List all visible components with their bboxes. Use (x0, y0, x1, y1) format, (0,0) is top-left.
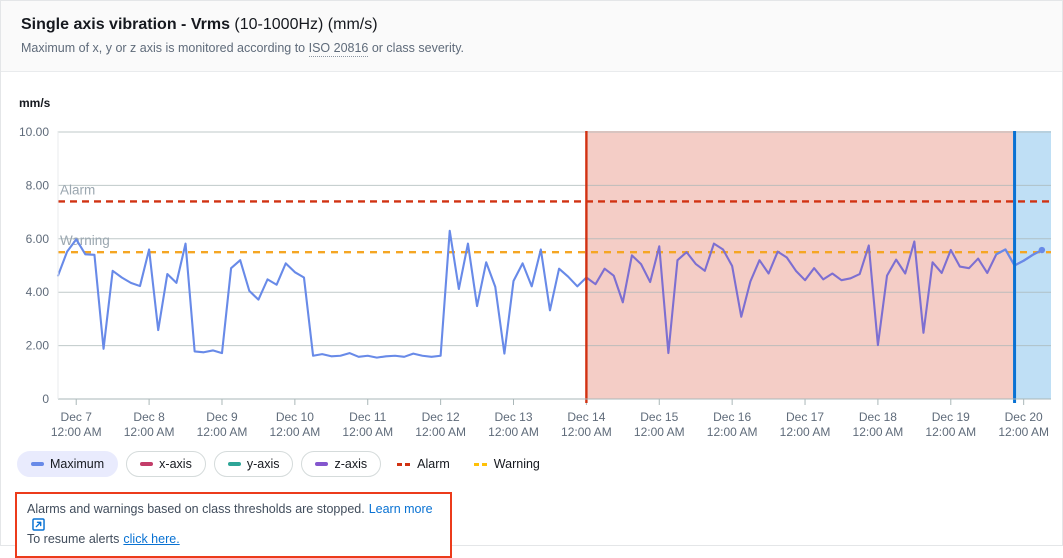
threshold-label-warning: Warning (60, 233, 110, 248)
click-here-link[interactable]: click here. (123, 531, 179, 548)
x-tick-label-time: 12:00 AM (707, 425, 758, 439)
legend-label: Alarm (417, 457, 450, 471)
x-tick-label-day: Dec 10 (276, 410, 314, 424)
x-tick-label-time: 12:00 AM (124, 425, 175, 439)
x-tick-label-day: Dec 18 (859, 410, 897, 424)
x-tick-label-day: Dec 12 (422, 410, 460, 424)
legend-label: Warning (493, 457, 540, 471)
x-tick-label-time: 12:00 AM (780, 425, 831, 439)
external-link-icon[interactable] (32, 518, 45, 531)
x-tick-label-time: 12:00 AM (270, 425, 321, 439)
chart-subtitle: Maximum of x, y or z axis is monitored a… (21, 40, 1042, 57)
legend-label: z-axis (334, 457, 368, 471)
x-tick-label-day: Dec 7 (61, 410, 93, 424)
y-tick-label: 0 (42, 392, 49, 406)
x-tick-label-day: Dec 11 (349, 410, 386, 424)
chart-title-strong: Single axis vibration - Vrms (21, 16, 230, 33)
x-tick-label-day: Dec 15 (640, 410, 678, 424)
x-tick-label-time: 12:00 AM (998, 425, 1049, 439)
x-tick-label-time: 12:00 AM (561, 425, 612, 439)
x-tick-label-time: 12:00 AM (342, 425, 393, 439)
x-tick-label-day: Dec 14 (567, 410, 605, 424)
alert-message: Alarms and warnings based on class thres… (27, 502, 365, 516)
legend-item-y-axis[interactable]: y-axis (213, 451, 294, 477)
legend-item-alarm[interactable]: Alarm (389, 451, 458, 477)
legend-swatch-warning-icon (473, 462, 489, 466)
series-line-maximum-primary[interactable] (56, 229, 588, 359)
learn-more-link[interactable]: Learn more (369, 501, 433, 518)
x-tick-label-time: 12:00 AM (634, 425, 685, 439)
chart-svg[interactable]: 02.004.006.008.0010.00Dec 712:00 AMDec 8… (1, 72, 1063, 442)
subtitle-suffix: or class severity. (368, 41, 464, 55)
x-tick-label-day: Dec 20 (1005, 410, 1043, 424)
x-tick-label-time: 12:00 AM (853, 425, 904, 439)
alerts-stopped-banner: Alarms and warnings based on class thres… (15, 492, 452, 558)
legend-swatch-x-axis-icon (140, 462, 154, 466)
x-tick-label-time: 12:00 AM (488, 425, 539, 439)
legend-label: x-axis (159, 457, 192, 471)
y-tick-label: 2.00 (26, 339, 50, 353)
x-tick-label-day: Dec 9 (206, 410, 238, 424)
legend-swatch-alarm-icon (397, 462, 413, 466)
chart-title-rest: (10-1000Hz) (mm/s) (229, 16, 378, 33)
iso-standard-term[interactable]: ISO 20816 (308, 41, 369, 57)
x-tick-label-day: Dec 16 (713, 410, 751, 424)
x-tick-label-time: 12:00 AM (51, 425, 102, 439)
y-tick-label: 4.00 (26, 285, 50, 299)
legend-swatch-z-axis-icon (315, 462, 329, 466)
subtitle-prefix: Maximum of x, y or z axis is monitored a… (21, 41, 309, 55)
x-tick-label-day: Dec 17 (786, 410, 824, 424)
legend-item-z-axis[interactable]: z-axis (301, 451, 382, 477)
future-region (1014, 131, 1051, 399)
x-tick-label-day: Dec 8 (133, 410, 165, 424)
x-tick-label-day: Dec 13 (494, 410, 532, 424)
y-tick-label: 8.00 (26, 178, 50, 192)
alarms-stopped-region (586, 131, 1015, 399)
legend-item-warning[interactable]: Warning (466, 451, 548, 477)
x-tick-label-time: 12:00 AM (197, 425, 248, 439)
legend-swatch-maximum-icon (31, 462, 44, 466)
series-endpoint-dot[interactable] (1038, 246, 1046, 254)
alert-line-1: Alarms and warnings based on class thres… (27, 501, 440, 531)
threshold-label-alarm: Alarm (60, 182, 95, 197)
alert-line-2: To resume alerts click here. (27, 531, 440, 548)
legend-label: y-axis (246, 457, 280, 471)
chart-plot-area: mm/s 0 2.00 4.00 6.00 8.00 10.00 Dec 7 12:00 AM… (1, 72, 1063, 442)
x-tick-label-time: 12:00 AM (925, 425, 976, 439)
legend-item-maximum[interactable]: Maximum (17, 451, 119, 477)
legend-swatch-y-axis-icon (227, 462, 241, 466)
x-tick-label-time: 12:00 AM (415, 425, 466, 439)
x-tick-label-day: Dec 19 (932, 410, 970, 424)
y-tick-label: 6.00 (26, 232, 50, 246)
widget-header: Single axis vibration - Vrms (10-1000Hz)… (1, 1, 1062, 72)
chart-legend: Maximum x-axis y-axis z-axis Alarm Warning (17, 451, 548, 477)
y-tick-label: 10.00 (19, 125, 49, 139)
resume-alerts-text: To resume alerts (27, 532, 120, 546)
legend-item-x-axis[interactable]: x-axis (126, 451, 206, 477)
legend-label: Maximum (50, 457, 105, 471)
page-title: Single axis vibration - Vrms (10-1000Hz)… (21, 15, 1042, 35)
vibration-chart-widget: Single axis vibration - Vrms (10-1000Hz)… (0, 0, 1063, 558)
